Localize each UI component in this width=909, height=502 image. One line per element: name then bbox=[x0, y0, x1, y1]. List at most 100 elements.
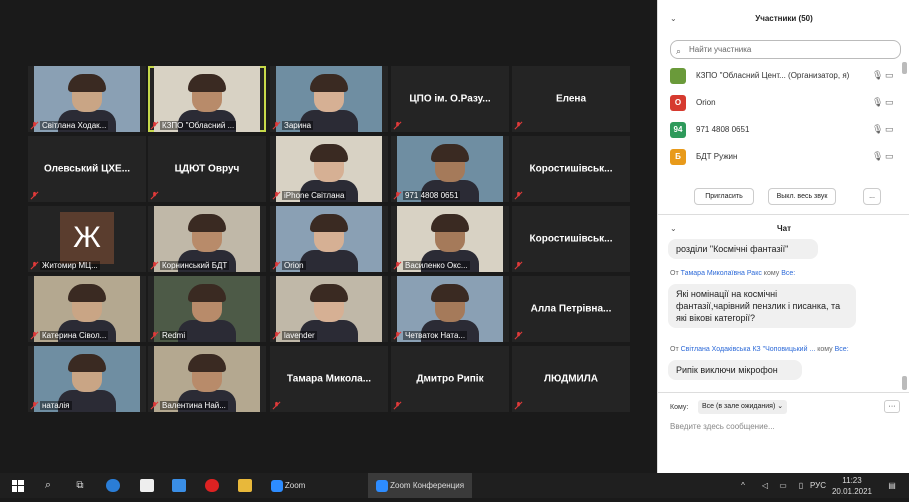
participants-more-button[interactable]: ... bbox=[863, 188, 881, 205]
participant-name: Василенко Окс... bbox=[403, 261, 470, 270]
video-tile[interactable]: Orion bbox=[270, 206, 388, 272]
clock[interactable]: 11:23 20.01.2021 bbox=[830, 473, 874, 498]
video-tile[interactable]: 971 4808 0651 bbox=[391, 136, 509, 202]
panel-divider bbox=[658, 392, 909, 393]
notifications-icon[interactable]: ▤ bbox=[884, 473, 900, 498]
muted-mic-icon bbox=[30, 121, 39, 130]
person-hair bbox=[188, 74, 226, 92]
participant-row[interactable]: КЗПО "Обласний Цент... (Организатор, я) 🎙… bbox=[670, 66, 900, 86]
muted-mic-icon bbox=[272, 401, 281, 410]
video-tile[interactable]: Зарина bbox=[270, 66, 388, 132]
participant-row[interactable]: O Orion 🎙 ▭ bbox=[670, 93, 900, 113]
video-tile[interactable]: Катерина Сівол... bbox=[28, 276, 146, 342]
video-tile[interactable]: Дмитро Рипік bbox=[391, 346, 509, 412]
muted-mic-icon bbox=[514, 121, 523, 130]
taskbar-zoom-conference[interactable]: Zoom Конференция bbox=[368, 473, 472, 498]
muted-mic-icon bbox=[272, 191, 281, 200]
participant-name: lavender bbox=[282, 331, 317, 340]
muted-mic-icon bbox=[272, 121, 281, 130]
video-tile[interactable]: Василенко Окс... bbox=[391, 206, 509, 272]
video-tile[interactable]: Redmi bbox=[148, 276, 266, 342]
video-tile[interactable]: Четваток Ната... bbox=[391, 276, 509, 342]
participant-name: Orion bbox=[696, 98, 716, 107]
taskbar-zoom[interactable]: Zoom bbox=[266, 473, 310, 498]
muted-mic-icon bbox=[272, 331, 281, 340]
participant-name: Олевський ЦХЕ... bbox=[43, 163, 131, 175]
mic-icon[interactable]: 🎙 bbox=[872, 97, 883, 108]
participant-name: Світлана Ходак... bbox=[40, 121, 109, 130]
video-tile[interactable]: Тамара Микола... bbox=[270, 346, 388, 412]
chat-more-button[interactable]: ··· bbox=[884, 400, 900, 413]
video-tile[interactable]: Алла Петрівна... bbox=[512, 276, 630, 342]
language-indicator[interactable]: РУС bbox=[808, 473, 828, 498]
video-tile[interactable]: Елена bbox=[512, 66, 630, 132]
video-tile[interactable]: КЗПО "Обласний ... bbox=[148, 66, 266, 132]
participant-name: КЗПО "Обласний ... bbox=[160, 121, 237, 130]
participant-name: Валентина Най... bbox=[160, 401, 228, 410]
recipient-select[interactable]: Все (в зале ожидания) ⌄ bbox=[698, 400, 788, 414]
participant-name: iPhone Світлана bbox=[282, 191, 347, 200]
muted-mic-icon bbox=[272, 261, 281, 270]
video-tile[interactable]: Валентина Най... bbox=[148, 346, 266, 412]
participant-name: ЦПО ім. О.Разу... bbox=[409, 93, 491, 105]
video-tile[interactable]: наталія bbox=[28, 346, 146, 412]
muted-mic-icon bbox=[393, 121, 402, 130]
tray-chevron-icon[interactable]: ^ bbox=[736, 473, 750, 498]
chat-input[interactable]: Введите здесь сообщение... bbox=[670, 422, 775, 431]
video-tile[interactable]: iPhone Світлана bbox=[270, 136, 388, 202]
battery-icon[interactable]: ▯ bbox=[794, 473, 808, 498]
muted-mic-icon bbox=[30, 191, 39, 200]
participant-avatar: O bbox=[670, 95, 686, 111]
person-hair bbox=[188, 214, 226, 232]
video-tile[interactable]: Олевський ЦХЕ... bbox=[28, 136, 146, 202]
muted-mic-icon bbox=[393, 331, 402, 340]
person-hair bbox=[68, 284, 106, 302]
camera-icon[interactable]: ▭ bbox=[885, 151, 894, 162]
participant-name: Дмитро Рипік bbox=[416, 373, 484, 385]
video-tile[interactable]: ЦПО ім. О.Разу... bbox=[391, 66, 509, 132]
video-tile[interactable]: Ж Житомир МЦ... bbox=[28, 206, 146, 272]
store-icon[interactable] bbox=[140, 479, 154, 492]
participants-scrollbar[interactable] bbox=[902, 62, 907, 74]
mail-icon[interactable] bbox=[172, 479, 186, 492]
muted-mic-icon bbox=[150, 331, 159, 340]
video-tile[interactable]: Світлана Ходак... bbox=[28, 66, 146, 132]
network-icon[interactable]: ▭ bbox=[776, 473, 790, 498]
mute-all-button[interactable]: Выкл. весь звук bbox=[768, 188, 836, 205]
video-tile[interactable]: ЦДЮТ Овруч bbox=[148, 136, 266, 202]
chat-scrollbar[interactable] bbox=[902, 376, 907, 390]
participant-row[interactable]: Б БДТ Ружин 🎙 ▭ bbox=[670, 147, 900, 167]
muted-mic-icon bbox=[150, 261, 159, 270]
mic-icon[interactable]: 🎙 bbox=[872, 70, 883, 81]
video-tile[interactable]: ЛЮДМИЛА bbox=[512, 346, 630, 412]
participant-name: Тамара Микола... bbox=[286, 373, 372, 385]
participant-row[interactable]: 94 971 4808 0651 🎙 ▭ bbox=[670, 120, 900, 140]
muted-mic-icon bbox=[393, 261, 402, 270]
camera-icon[interactable]: ▭ bbox=[885, 97, 894, 108]
muted-mic-icon bbox=[393, 401, 402, 410]
muted-mic-icon bbox=[393, 191, 402, 200]
video-tile[interactable]: Коростишівськ... bbox=[512, 136, 630, 202]
speaker-icon[interactable]: ◁ bbox=[758, 473, 772, 498]
chevron-down-icon: ⌄ bbox=[777, 403, 784, 410]
person-hair bbox=[68, 74, 106, 92]
folder-icon[interactable] bbox=[238, 479, 252, 492]
edge-icon[interactable] bbox=[106, 479, 120, 492]
invite-button[interactable]: Пригласить bbox=[694, 188, 754, 205]
video-tile[interactable]: lavender bbox=[270, 276, 388, 342]
windows-start-icon[interactable] bbox=[10, 473, 26, 498]
search-icon[interactable]: ⌕ bbox=[40, 473, 56, 498]
video-tile[interactable]: Корнинський БДТ bbox=[148, 206, 266, 272]
person-hair bbox=[310, 74, 348, 92]
participant-name: ЛЮДМИЛА bbox=[544, 373, 598, 385]
camera-icon[interactable]: ▭ bbox=[885, 70, 894, 81]
camera-icon[interactable]: ▭ bbox=[885, 124, 894, 135]
person-hair bbox=[310, 214, 348, 232]
mic-icon[interactable]: 🎙 bbox=[872, 151, 883, 162]
video-tile[interactable]: Коростишівськ... bbox=[512, 206, 630, 272]
person-hair bbox=[188, 354, 226, 372]
search-participant-input[interactable]: ⌕ Найти участника bbox=[670, 40, 901, 59]
mic-icon[interactable]: 🎙 bbox=[872, 124, 883, 135]
task-view-icon[interactable]: ⧉ bbox=[72, 473, 88, 498]
opera-icon[interactable] bbox=[205, 479, 219, 492]
